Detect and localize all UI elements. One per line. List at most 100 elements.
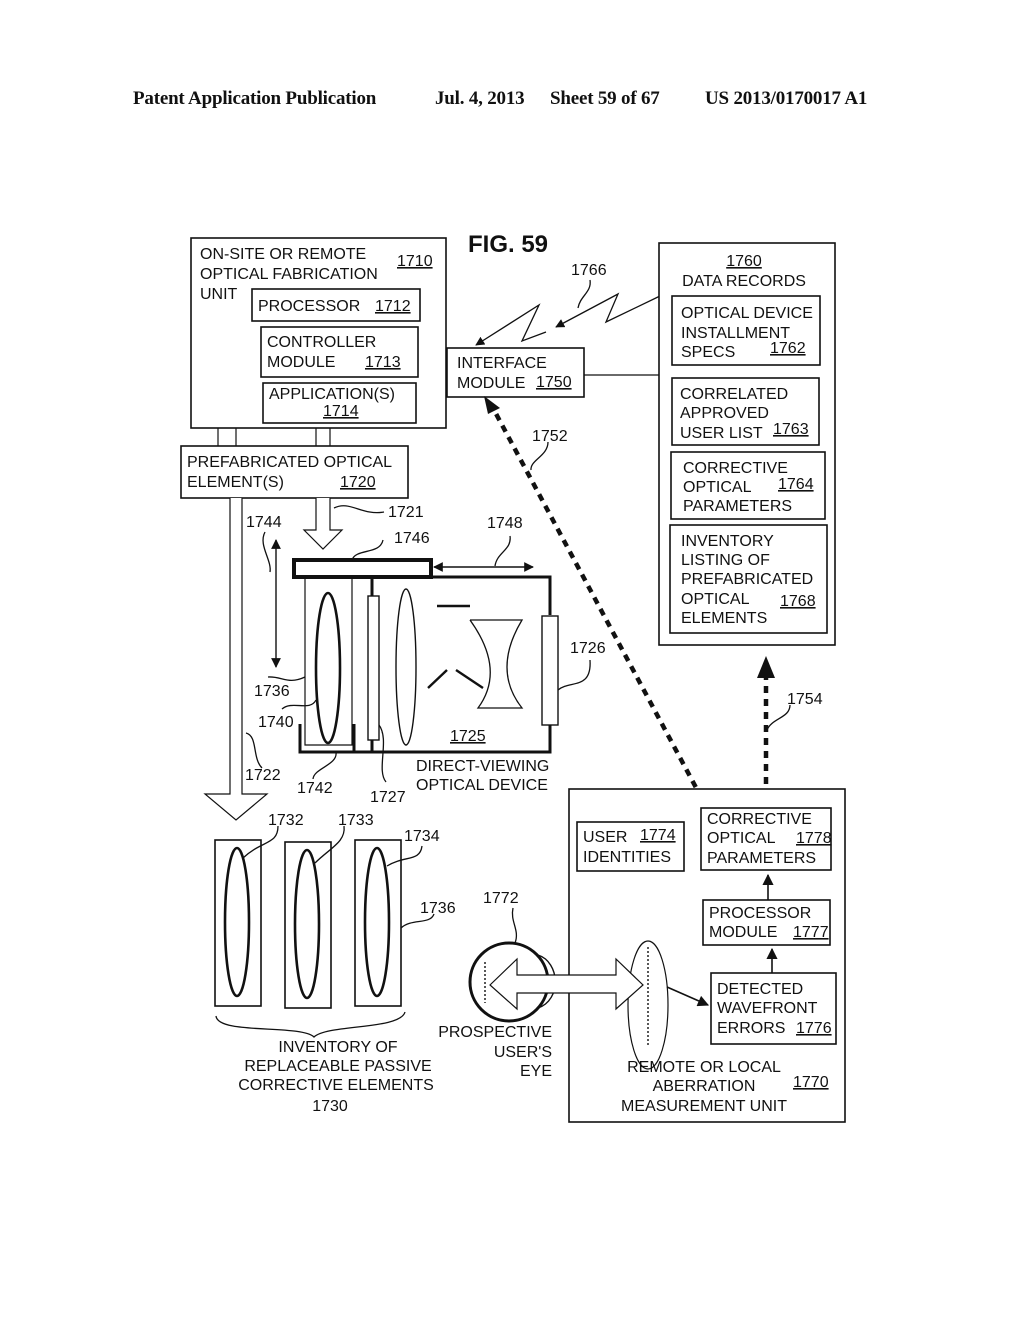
inventory-ref: 1730 (312, 1098, 348, 1115)
inventory-slot-1734 (354, 839, 402, 1007)
processor-ref: 1712 (375, 298, 411, 315)
wireless-link-1766 (555, 292, 661, 328)
inventory-slot-1733 (284, 841, 332, 1009)
processor-module-ref: 1777 (793, 924, 829, 941)
callout-1736-inventory: 1736 (420, 900, 456, 917)
device-ref: 1725 (450, 728, 486, 745)
corrective-params-label-3: PARAMETERS (707, 850, 816, 867)
record-1768-ref: 1768 (780, 593, 816, 610)
concave-lens (469, 619, 524, 709)
fabrication-unit-ref: 1710 (397, 253, 433, 270)
callout-1722: 1722 (245, 767, 281, 784)
applications-ref: 1714 (323, 403, 359, 420)
data-records-title: DATA RECORDS (682, 273, 806, 290)
measurement-label-1: REMOTE OR LOCAL (627, 1059, 781, 1076)
wavefront-ref: 1776 (796, 1020, 832, 1037)
prefab-ref: 1720 (340, 474, 376, 491)
callout-1726: 1726 (570, 640, 606, 657)
double-hollow-arrow (489, 957, 644, 1011)
processor-module-label-1: PROCESSOR (709, 905, 811, 922)
record-1763-ref: 1763 (773, 421, 809, 438)
record-1764-line-3: PARAMETERS (683, 498, 792, 515)
callout-1772: 1772 (483, 890, 519, 907)
figure-diagram: FIG. 59 ON-SITE OR REMOTE OPTICAL FABRIC… (180, 231, 846, 1123)
user-identities-label-2: IDENTITIES (583, 849, 671, 866)
callout-1727: 1727 (370, 789, 406, 806)
inventory-label-1: INVENTORY OF (278, 1039, 397, 1056)
record-1768-line-1: INVENTORY (681, 533, 774, 550)
figure-title: FIG. 59 (468, 231, 548, 258)
eye-label-1: PROSPECTIVE (438, 1024, 552, 1041)
processor-module-label-2: MODULE (709, 924, 777, 941)
data-records-ref: 1760 (726, 253, 762, 270)
interface-label-2: MODULE (457, 375, 525, 392)
device-label-2: OPTICAL DEVICE (416, 777, 548, 794)
interface-ref: 1750 (536, 374, 572, 391)
corrective-params-ref: 1778 (796, 830, 832, 847)
record-1762-ref: 1762 (770, 340, 806, 357)
callout-1746: 1746 (394, 530, 430, 547)
record-1762-line-1: OPTICAL DEVICE (681, 305, 813, 322)
prefab-label-1: PREFABRICATED OPTICAL (187, 454, 392, 471)
measurement-unit-box: USER IDENTITIES 1774 CORRECTIVE OPTICAL … (568, 788, 846, 1123)
mount-plate-1746 (292, 558, 433, 579)
wavefront-label-2: WAVEFRONT (717, 1000, 818, 1017)
hollow-arrow-1721 (302, 498, 344, 550)
record-1764-line-1: CORRECTIVE (683, 460, 788, 477)
device-label-1: DIRECT-VIEWING (416, 758, 549, 775)
prefab-label-2: ELEMENT(S) (187, 474, 284, 491)
callout-1736-device: 1736 (254, 683, 290, 700)
callout-1732: 1732 (268, 812, 304, 829)
callout-1766: 1766 (571, 262, 607, 279)
inventory-slot-1732 (214, 839, 262, 1007)
record-1768-line-3: PREFABRICATED (681, 571, 813, 588)
measurement-label-2: ABERRATION (653, 1078, 756, 1095)
inventory-of-corrective-elements: 1732 1733 1734 1736 INVENTORY OF REPLACE… (214, 812, 456, 1115)
lens-1740 (314, 591, 342, 745)
fabrication-unit-box: ON-SITE OR REMOTE OPTICAL FABRICATION UN… (190, 237, 447, 429)
callout-1742: 1742 (297, 780, 333, 797)
record-1768-line-5: ELEMENTS (681, 610, 767, 627)
processor-label: PROCESSOR (258, 298, 360, 315)
callout-1754: 1754 (787, 691, 823, 708)
objective-lens (395, 588, 417, 746)
callout-1748: 1748 (487, 515, 523, 532)
data-records-box: 1760 DATA RECORDS OPTICAL DEVICE INSTALL… (658, 242, 836, 646)
fabrication-unit-label-1: ON-SITE OR REMOTE (200, 246, 366, 263)
prefab-elements-box: PREFABRICATED OPTICAL ELEMENT(S) 1720 (180, 445, 409, 499)
element-1726 (541, 615, 559, 726)
inventory-label-2: REPLACEABLE PASSIVE (244, 1058, 431, 1075)
corrective-params-label-2: OPTICAL (707, 830, 776, 847)
measurement-ref: 1770 (793, 1074, 829, 1091)
interface-module-box: INTERFACE MODULE 1750 (446, 347, 585, 398)
record-1763-line-1: CORRELATED (680, 386, 788, 403)
user-identities-ref: 1774 (640, 827, 676, 844)
eye-label-2: USER'S (494, 1044, 552, 1061)
record-1768-line-4: OPTICAL (681, 591, 750, 608)
record-1764-line-2: OPTICAL (683, 479, 752, 496)
record-1768-line-2: LISTING OF (681, 552, 770, 569)
callout-1734: 1734 (404, 828, 440, 845)
user-identities-label-1: USER (583, 829, 627, 846)
controller-label-1: CONTROLLER (267, 334, 376, 351)
record-1763-line-3: USER LIST (680, 425, 763, 442)
fabrication-unit-label-3: UNIT (200, 286, 238, 303)
controller-ref: 1713 (365, 354, 401, 371)
applications-label: APPLICATION(S) (269, 386, 395, 403)
eye-label-3: EYE (520, 1063, 552, 1080)
callout-1740: 1740 (258, 714, 294, 731)
fabrication-unit-label-2: OPTICAL FABRICATION (200, 266, 378, 283)
controller-label-2: MODULE (267, 354, 335, 371)
inventory-label-3: CORRECTIVE ELEMENTS (238, 1077, 434, 1094)
element-1727 (367, 595, 380, 741)
wavefront-label-1: DETECTED (717, 981, 803, 998)
callout-1752: 1752 (532, 428, 568, 445)
record-1762-line-3: SPECS (681, 344, 735, 361)
measurement-label-3: MEASUREMENT UNIT (621, 1098, 787, 1115)
record-1763-line-2: APPROVED (680, 405, 769, 422)
record-1764-ref: 1764 (778, 476, 814, 493)
interface-label-1: INTERFACE (457, 355, 547, 372)
corrective-params-label-1: CORRECTIVE (707, 811, 812, 828)
callout-1733: 1733 (338, 812, 374, 829)
callout-1721: 1721 (388, 504, 424, 521)
